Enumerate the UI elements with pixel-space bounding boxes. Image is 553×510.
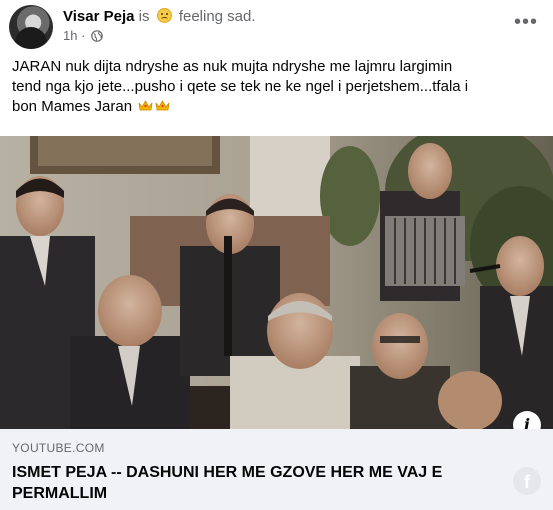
post-text-line-1: JARAN nuk dijta ndryshe as nuk mujta ndr…: [12, 58, 453, 75]
post-message: JARAN nuk dijta ndryshe as nuk mujta ndr…: [12, 57, 542, 117]
post-time[interactable]: 1h: [63, 28, 77, 43]
globe-icon[interactable]: [91, 30, 103, 42]
avatar[interactable]: [9, 5, 53, 49]
post-text-line-3: bon Mames Jaran: [12, 97, 542, 117]
link-preview[interactable]: YOUTUBE.COM ISMET PEJA -- DASHUNI HER ME…: [0, 429, 553, 510]
more-options-button[interactable]: •••: [513, 12, 539, 38]
author-line: Visar Peja is feeling sad.: [63, 7, 256, 26]
crown-emoji-icon: [155, 100, 170, 111]
feeling-prefix: is: [138, 8, 150, 25]
post-text-line-3-text: bon Mames Jaran: [12, 98, 133, 115]
sad-face-icon: [156, 8, 172, 23]
link-title[interactable]: ISMET PEJA -- DASHUNI HER ME GZOVE HER M…: [12, 462, 492, 504]
video-thumbnail[interactable]: [0, 136, 553, 429]
author-name[interactable]: Visar Peja: [63, 8, 134, 25]
crown-emoji-icon: [138, 100, 153, 111]
facebook-logo-icon: f: [513, 467, 541, 495]
link-domain: YOUTUBE.COM: [12, 441, 105, 455]
video-still-image: [0, 136, 553, 429]
feeling-text: feeling sad.: [178, 8, 256, 25]
post-meta: 1h ·: [63, 28, 103, 44]
post-text-line-2: tend nga kjo jete...pusho i qete se tek …: [12, 78, 469, 95]
post-header: Visar Peja is feeling sad. 1h · •••: [0, 0, 553, 52]
